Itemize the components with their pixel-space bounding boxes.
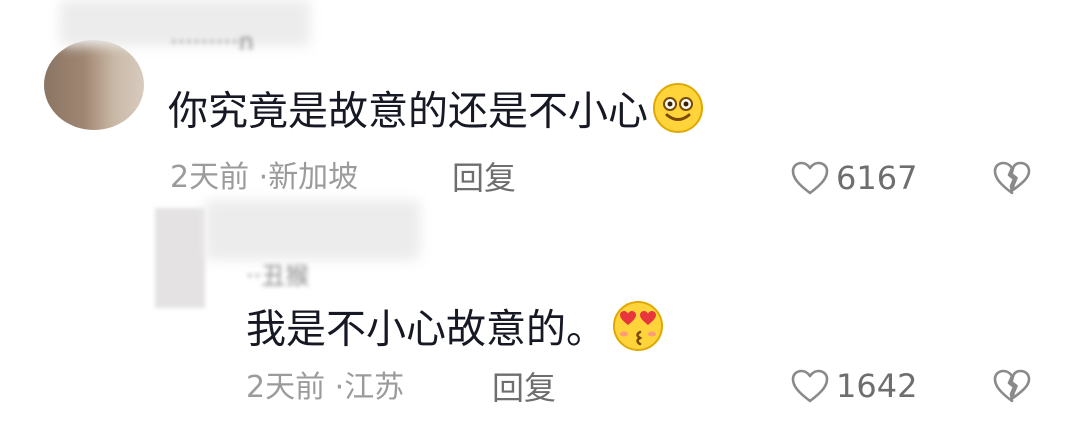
- comment-meta: 2天前 ·江苏: [246, 370, 404, 406]
- heart-icon: [790, 368, 830, 404]
- like-count: 6167: [836, 159, 918, 197]
- reply-button[interactable]: 回复: [452, 160, 516, 196]
- comment-text: 我是不小心故意的。: [246, 298, 666, 365]
- like-button[interactable]: 1642: [790, 366, 917, 406]
- like-count: 1642: [836, 367, 918, 405]
- comment-location: 江苏: [344, 370, 405, 405]
- like-button[interactable]: 6167: [790, 158, 917, 198]
- comment-body: 你究竟是故意的还是不小心: [168, 88, 648, 135]
- username[interactable]: ··丑猴: [246, 256, 309, 291]
- meta-separator: ·: [334, 370, 345, 405]
- comment-text: 你究竟是故意的还是不小心: [168, 82, 704, 145]
- dislike-button[interactable]: [992, 160, 1032, 196]
- comment-item: ·········n 你究竟是故意的还是不小心 2天前 ·新加坡 回复 6167: [0, 0, 1080, 200]
- comment-location: 新加坡: [268, 160, 359, 195]
- heart-icon: [790, 160, 830, 196]
- smiling-face-icon: [652, 82, 704, 145]
- comment-body: 我是不小心故意的。: [246, 306, 606, 353]
- username-blur: [205, 200, 420, 260]
- comment-time: 2天前: [246, 370, 326, 405]
- reply-button[interactable]: 回复: [492, 370, 556, 406]
- avatar[interactable]: [44, 40, 144, 130]
- username[interactable]: ·········n: [170, 28, 254, 56]
- broken-heart-icon: [992, 160, 1032, 196]
- face-blowing-kiss-heart-eyes-icon: [610, 298, 666, 365]
- reply-comment-item: ··丑猴 我是不小心故意的。 2天前 ·江苏 回复 1642: [0, 200, 1080, 426]
- avatar[interactable]: [155, 208, 205, 308]
- meta-separator: ·: [258, 160, 269, 195]
- broken-heart-icon: [992, 368, 1032, 404]
- comment-meta: 2天前 ·新加坡: [170, 160, 358, 196]
- dislike-button[interactable]: [992, 368, 1032, 404]
- comment-time: 2天前: [170, 160, 250, 195]
